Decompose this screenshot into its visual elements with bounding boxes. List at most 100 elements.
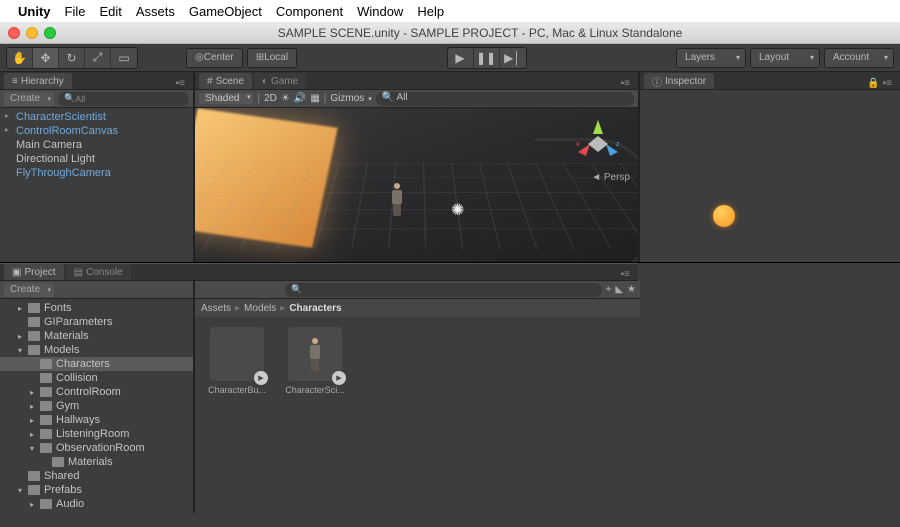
game-tab[interactable]: ◐ Game: [254, 73, 306, 89]
fx-toggle-icon[interactable]: ▦: [310, 93, 319, 104]
scene-panel-menu[interactable]: ▪≡: [617, 78, 634, 89]
zoom-window-button[interactable]: [44, 27, 56, 39]
scene-tab[interactable]: # Scene: [199, 73, 252, 89]
window-titlebar: SAMPLE SCENE.unity - SAMPLE PROJECT - PC…: [0, 22, 900, 44]
pivot-center-toggle[interactable]: ◎ Center: [186, 48, 243, 68]
menu-component[interactable]: Component: [276, 4, 343, 19]
projection-label[interactable]: ◄ Persp: [591, 172, 630, 183]
asset-item[interactable]: ▶ CharacterBu...: [205, 327, 269, 395]
expand-arrow-icon[interactable]: ▾: [28, 444, 36, 453]
account-dropdown[interactable]: Account: [824, 48, 894, 68]
layers-dropdown[interactable]: Layers: [676, 48, 746, 68]
tree-item-fonts[interactable]: ▸Fonts: [0, 301, 193, 315]
project-create-dropdown[interactable]: Create: [4, 283, 54, 297]
label-filter-icon[interactable]: ◣: [615, 284, 623, 295]
play-overlay-icon: ▶: [332, 371, 346, 385]
tree-item-materials[interactable]: Materials: [0, 455, 193, 469]
hierarchy-list: ▸CharacterScientist ▸ControlRoomCanvas M…: [0, 108, 193, 182]
inspector-panel-menu[interactable]: 🔒 ▪≡: [863, 78, 896, 89]
folder-icon: [28, 303, 40, 313]
hierarchy-item[interactable]: Main Camera: [0, 138, 193, 152]
tree-item-audio[interactable]: ▸Audio: [0, 497, 193, 511]
breadcrumb-item[interactable]: Characters: [289, 303, 341, 314]
folder-icon: [40, 387, 52, 397]
hierarchy-create-dropdown[interactable]: Create: [4, 92, 54, 106]
tree-item-shared[interactable]: Shared: [0, 469, 193, 483]
svg-text:y: y: [596, 125, 600, 132]
menu-edit[interactable]: Edit: [99, 4, 121, 19]
inspector-tab[interactable]: ⓘ Inspector: [644, 73, 714, 89]
menu-gameobject[interactable]: GameObject: [189, 4, 262, 19]
window-title: SAMPLE SCENE.unity - SAMPLE PROJECT - PC…: [68, 26, 892, 40]
project-tab[interactable]: ▣ Project: [4, 264, 64, 280]
hierarchy-item[interactable]: ▸CharacterScientist: [0, 110, 193, 124]
tree-item-giparameters[interactable]: GIParameters: [0, 315, 193, 329]
favorite-filter-icon[interactable]: ★: [627, 284, 636, 295]
layout-dropdown[interactable]: Layout: [750, 48, 820, 68]
tree-item-hallways[interactable]: ▸Hallways: [0, 413, 193, 427]
menu-assets[interactable]: Assets: [136, 4, 175, 19]
expand-arrow-icon[interactable]: ▾: [16, 346, 24, 355]
move-tool[interactable]: ✥: [33, 48, 59, 68]
hierarchy-tab[interactable]: ≡ Hierarchy: [4, 73, 72, 89]
tree-item-prefabs[interactable]: ▾Prefabs: [0, 483, 193, 497]
filter-icon[interactable]: ⌖: [606, 284, 612, 295]
folder-icon: [28, 317, 40, 327]
scene-viewport[interactable]: ✺ y z x ◄ Persp: [195, 108, 638, 262]
audio-toggle-icon[interactable]: 🔊: [294, 93, 306, 104]
scene-search[interactable]: 🔍 All: [376, 92, 634, 106]
asset-grid[interactable]: ▶ CharacterBu... ▶ CharacterSci...: [195, 317, 640, 513]
menu-window[interactable]: Window: [357, 4, 403, 19]
expand-arrow-icon[interactable]: ▸: [16, 304, 24, 313]
tree-item-collision[interactable]: Collision: [0, 371, 193, 385]
breadcrumb-item[interactable]: Models: [244, 303, 276, 314]
asset-label: CharacterSci...: [283, 385, 347, 395]
tree-item-models[interactable]: ▾Models: [0, 343, 193, 357]
hand-tool[interactable]: ✋: [7, 48, 33, 68]
2d-toggle[interactable]: 2D: [264, 93, 277, 104]
tree-item-gym[interactable]: ▸Gym: [0, 399, 193, 413]
hierarchy-item[interactable]: ▸ControlRoomCanvas: [0, 124, 193, 138]
pause-button[interactable]: ❚❚: [474, 48, 500, 68]
hierarchy-item[interactable]: Directional Light: [0, 152, 193, 166]
expand-arrow-icon[interactable]: ▸: [28, 500, 36, 509]
tree-item-characters[interactable]: Characters: [0, 357, 193, 371]
project-panel-menu[interactable]: ▪≡: [617, 269, 634, 280]
gizmos-dropdown[interactable]: Gizmos: [330, 93, 364, 104]
hierarchy-search[interactable]: 🔍 All: [58, 92, 189, 106]
pivot-local-toggle[interactable]: ⊞ Local: [247, 48, 297, 68]
lighting-toggle-icon[interactable]: ☀: [281, 93, 290, 104]
play-button[interactable]: ▶: [448, 48, 474, 68]
console-icon: ▤: [74, 267, 83, 278]
directional-light-icon[interactable]: ✺: [451, 200, 464, 220]
step-button[interactable]: ▶│: [500, 48, 526, 68]
hierarchy-item[interactable]: FlyThroughCamera: [0, 166, 193, 180]
shaded-dropdown[interactable]: Shaded▾: [199, 93, 253, 104]
scene-character-model[interactable]: [390, 183, 404, 217]
console-tab[interactable]: ▤ Console: [66, 264, 131, 280]
rect-tool[interactable]: ▭: [111, 48, 137, 68]
close-window-button[interactable]: [8, 27, 20, 39]
rotate-tool[interactable]: ↻: [59, 48, 85, 68]
scale-tool[interactable]: ⤢: [85, 48, 111, 68]
expand-arrow-icon[interactable]: ▸: [28, 430, 36, 439]
expand-arrow-icon[interactable]: ▸: [16, 332, 24, 341]
expand-arrow-icon[interactable]: ▸: [28, 402, 36, 411]
cursor-indicator: [713, 205, 735, 227]
tree-item-listeningroom[interactable]: ▸ListeningRoom: [0, 427, 193, 441]
expand-arrow-icon[interactable]: ▾: [16, 486, 24, 495]
minimize-window-button[interactable]: [26, 27, 38, 39]
menu-help[interactable]: Help: [417, 4, 444, 19]
asset-item[interactable]: ▶ CharacterSci...: [283, 327, 347, 395]
tree-item-materials[interactable]: ▸Materials: [0, 329, 193, 343]
orientation-gizmo[interactable]: y z x: [570, 116, 626, 172]
hierarchy-panel-menu[interactable]: ▪≡: [172, 78, 189, 89]
tree-item-controlroom[interactable]: ▸ControlRoom: [0, 385, 193, 399]
breadcrumb-item[interactable]: Assets: [201, 303, 231, 314]
expand-arrow-icon[interactable]: ▸: [28, 416, 36, 425]
tree-item-observationroom[interactable]: ▾ObservationRoom: [0, 441, 193, 455]
project-search[interactable]: 🔍: [285, 283, 602, 297]
expand-arrow-icon[interactable]: ▸: [28, 388, 36, 397]
menu-file[interactable]: File: [65, 4, 86, 19]
menu-app-name[interactable]: Unity: [18, 4, 51, 19]
